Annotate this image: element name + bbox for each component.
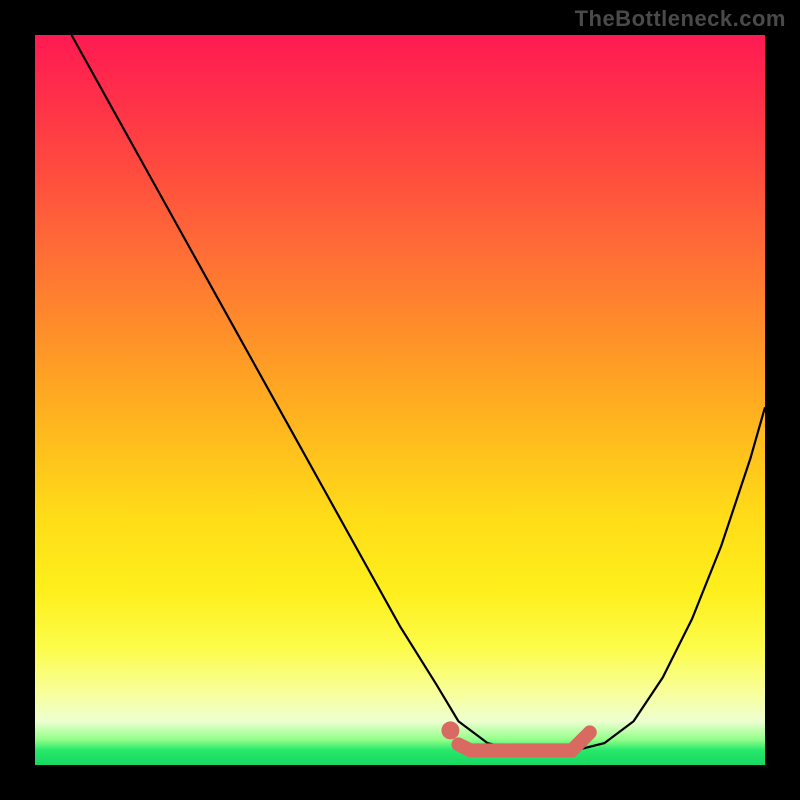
bottleneck-curve-line [72,35,766,750]
optimal-range-dot-icon [441,721,459,739]
watermark-text: TheBottleneck.com [575,6,786,32]
curve-svg [35,35,765,765]
gradient-plot-area [35,35,765,765]
chart-stage: TheBottleneck.com [0,0,800,800]
